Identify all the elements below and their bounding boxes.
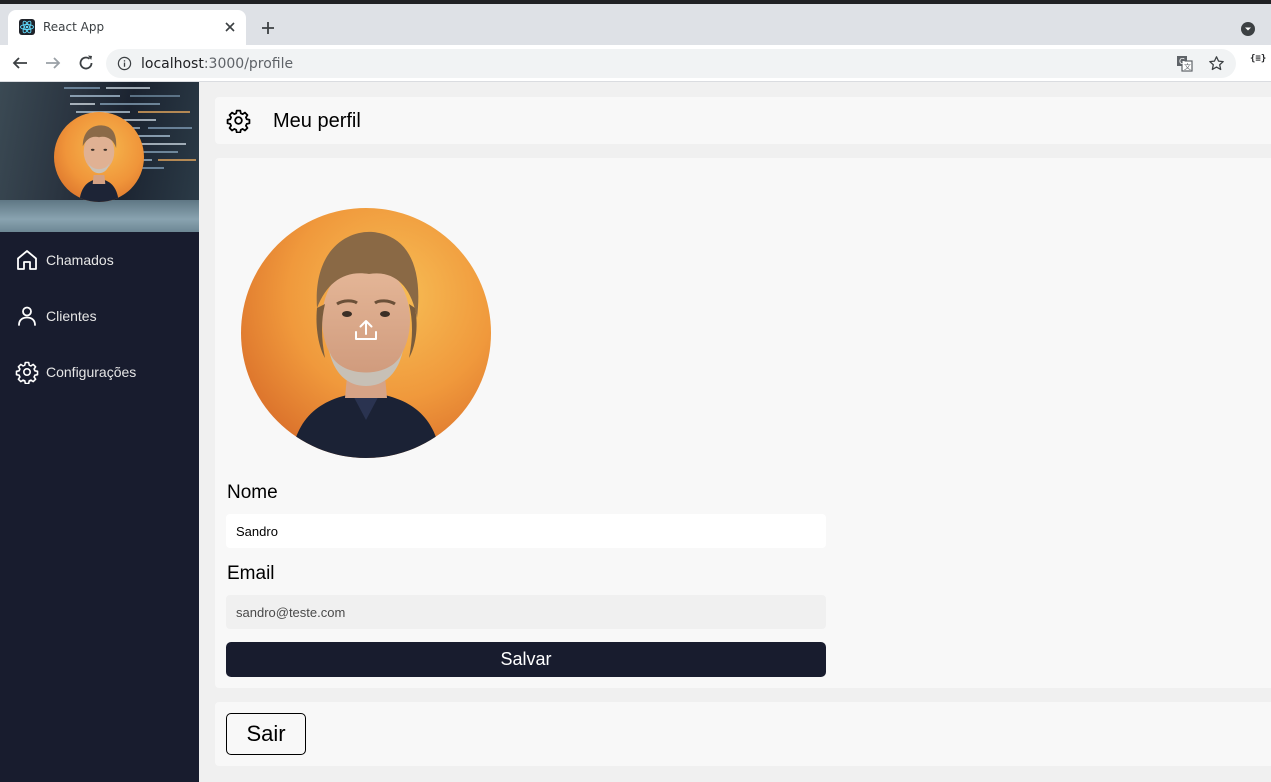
site-info-icon[interactable] (117, 56, 132, 71)
svg-text:文: 文 (1184, 62, 1191, 71)
url-path: :3000/profile (203, 56, 294, 72)
sidebar-avatar (54, 112, 144, 202)
react-logo-icon (19, 19, 35, 35)
name-input[interactable] (226, 514, 826, 548)
new-tab-plus-icon[interactable] (258, 18, 278, 38)
browser-tab-bar: React App (0, 4, 1271, 45)
sidebar-banner-image (0, 82, 199, 232)
sidebar-item-clientes[interactable]: Clientes (0, 296, 199, 336)
address-bar[interactable]: localhost:3000/profile G文 (106, 49, 1236, 78)
laptop-base-decoration (0, 200, 199, 232)
reload-icon[interactable] (76, 53, 96, 73)
logout-card: Sair (215, 702, 1271, 766)
url-host: localhost (141, 56, 204, 72)
sidebar-item-configuracoes[interactable]: Configurações (0, 352, 199, 392)
email-label: Email (227, 563, 275, 584)
sidebar: Chamados Clientes Configurações (0, 82, 199, 782)
home-icon (17, 250, 37, 270)
close-tab-icon[interactable] (222, 19, 238, 35)
extension-icon[interactable]: {≡} (1250, 54, 1266, 64)
forward-arrow-icon[interactable] (43, 53, 63, 73)
sidebar-item-label: Configurações (46, 364, 137, 380)
page-header: Meu perfil (215, 97, 1271, 144)
page-title: Meu perfil (273, 110, 361, 132)
save-button[interactable]: Salvar (226, 642, 826, 677)
upload-icon (355, 320, 377, 340)
gear-icon (226, 109, 251, 133)
browser-toolbar: localhost:3000/profile G文 (0, 45, 1271, 82)
tab-title: React App (43, 20, 105, 34)
avatar-upload[interactable] (241, 208, 491, 458)
user-icon (18, 306, 36, 326)
gear-icon (15, 361, 39, 384)
sidebar-item-label: Clientes (46, 308, 97, 324)
logout-button[interactable]: Sair (226, 713, 306, 755)
back-arrow-icon[interactable] (10, 53, 30, 73)
sidebar-item-chamados[interactable]: Chamados (0, 240, 199, 280)
email-input[interactable] (226, 595, 826, 629)
browser-tab[interactable]: React App (8, 10, 246, 45)
tab-search-dropdown-icon[interactable] (1240, 21, 1256, 37)
profile-card: Nome Email Salvar (215, 158, 1271, 688)
sidebar-item-label: Chamados (46, 252, 114, 268)
bookmark-star-icon[interactable] (1208, 55, 1225, 72)
translate-icon[interactable]: G文 (1176, 55, 1193, 72)
name-label: Nome (227, 482, 278, 503)
url-text: localhost:3000/profile (141, 56, 293, 72)
